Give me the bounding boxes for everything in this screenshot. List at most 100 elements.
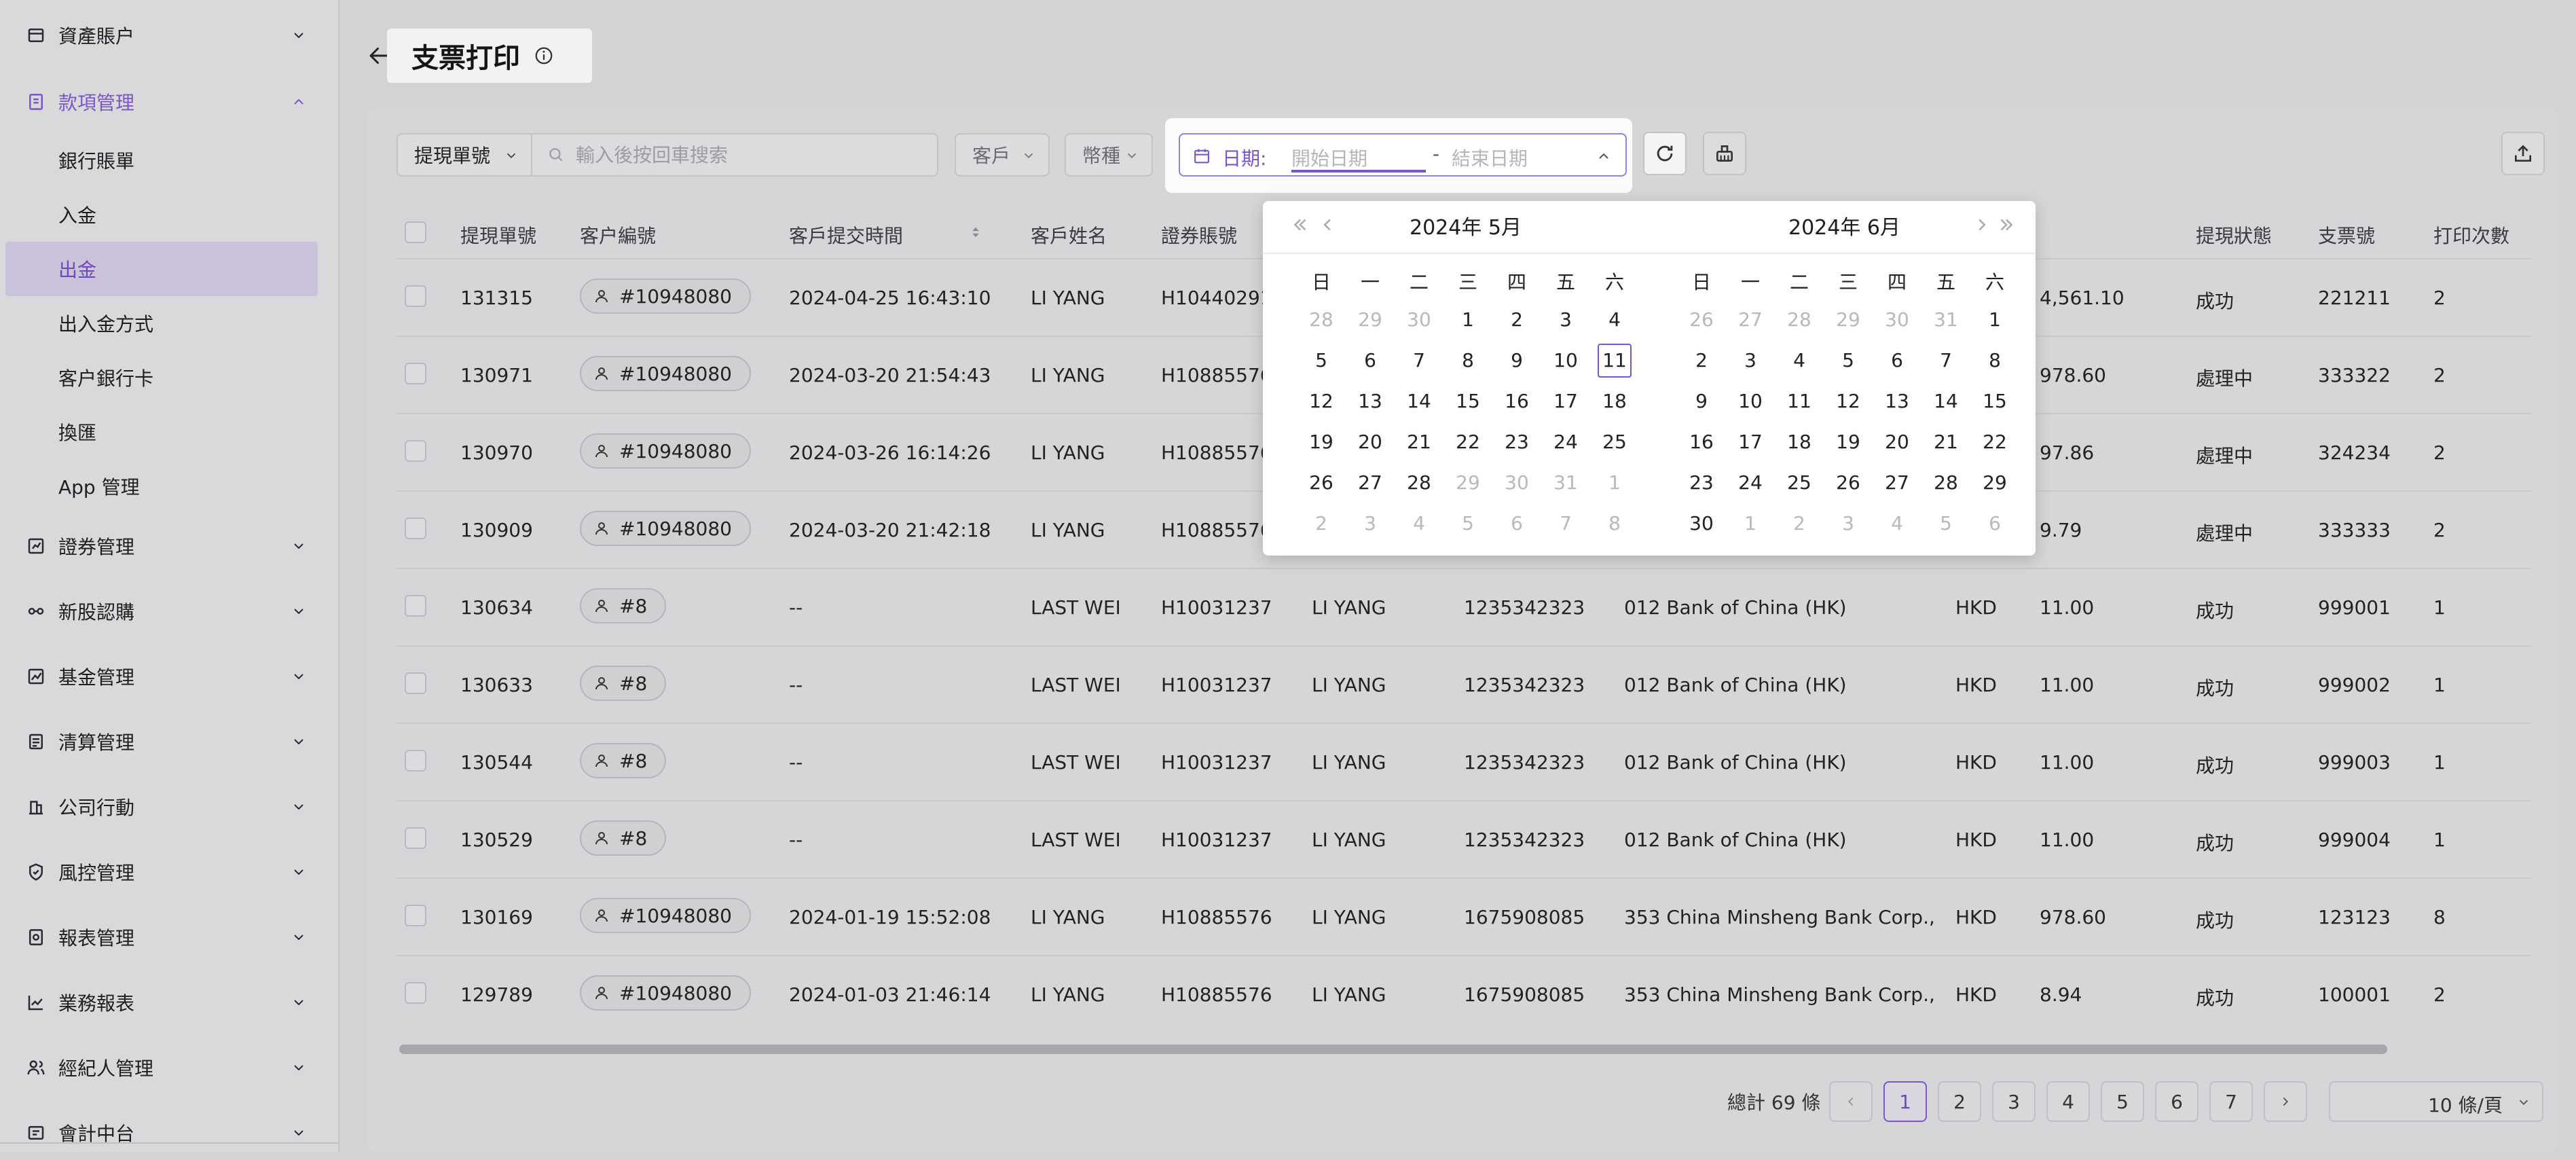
customer-tag[interactable]: #10948080 (580, 278, 751, 314)
calendar-day[interactable]: 16 (1492, 384, 1541, 418)
calendar-day[interactable]: 10 (1726, 384, 1775, 418)
calendar-day[interactable]: 7 (1921, 344, 1970, 378)
calendar-day[interactable]: 3 (1726, 344, 1775, 378)
calendar-day[interactable]: 24 (1726, 466, 1775, 500)
row-checkbox[interactable] (405, 595, 426, 617)
customer-tag[interactable]: #8 (580, 588, 667, 623)
sidebar-group-business[interactable]: 業務報表 (0, 975, 339, 1030)
search-field[interactable] (531, 133, 938, 177)
calendar-day[interactable]: 1 (1726, 507, 1775, 541)
calendar-day[interactable]: 2 (1775, 507, 1824, 541)
calendar-day[interactable]: 7 (1541, 507, 1590, 541)
page-button[interactable]: 5 (2101, 1081, 2144, 1122)
calendar-day[interactable]: 14 (1921, 384, 1970, 418)
calendar-day[interactable]: 27 (1726, 303, 1775, 337)
calendar-day[interactable]: 29 (1970, 466, 2019, 500)
row-checkbox[interactable] (405, 518, 426, 539)
calendar-day[interactable]: 23 (1677, 466, 1726, 500)
calendar-day[interactable]: 4 (1775, 344, 1824, 378)
page-button[interactable]: 3 (1992, 1081, 2036, 1122)
calendar-day[interactable]: 28 (1297, 303, 1346, 337)
calendar-day[interactable]: 19 (1824, 425, 1873, 459)
prev-page-button[interactable] (1829, 1081, 1873, 1122)
sidebar-item-2[interactable]: 出金 (5, 242, 318, 296)
calendar-day[interactable]: 27 (1873, 466, 1921, 500)
calendar-day[interactable]: 12 (1824, 384, 1873, 418)
calendar-day[interactable]: 28 (1775, 303, 1824, 337)
table-row[interactable]: 130633 #8 -- LAST WEI H10031237 LI YANG 123534… (397, 645, 2531, 724)
customer-tag[interactable]: #10948080 (580, 975, 751, 1011)
table-row[interactable]: 129789 #10948080 2024-01-03 21:46:14 LI YAN… (397, 955, 2531, 1034)
calendar-day[interactable]: 3 (1541, 303, 1590, 337)
calendar-day[interactable]: 5 (1297, 344, 1346, 378)
row-checkbox[interactable] (405, 672, 426, 694)
page-size-select[interactable]: 10 條/頁 (2329, 1081, 2543, 1122)
row-checkbox[interactable] (405, 750, 426, 772)
calendar-day[interactable]: 31 (1541, 466, 1590, 500)
start-date-input[interactable]: 開始日期 (1291, 144, 1367, 171)
sidebar-item-5[interactable]: 換匯 (5, 405, 318, 459)
calendar-day[interactable]: 31 (1921, 303, 1970, 337)
sidebar-group-payments[interactable]: 款項管理 (0, 75, 339, 129)
calendar-day[interactable]: 29 (1443, 466, 1492, 500)
customer-tag[interactable]: #10948080 (580, 356, 751, 391)
page-button[interactable]: 1 (1883, 1081, 1927, 1122)
calendar-day[interactable]: 4 (1590, 303, 1639, 337)
sidebar-group-broker[interactable]: 經紀人管理 (0, 1040, 339, 1095)
customer-tag[interactable]: #8 (580, 666, 667, 701)
calendar-day[interactable]: 7 (1395, 344, 1443, 378)
calendar-day[interactable]: 14 (1395, 384, 1443, 418)
calendar-day[interactable]: 6 (1346, 344, 1395, 378)
prev-month-icon[interactable] (1317, 215, 1338, 235)
customer-tag[interactable]: #10948080 (580, 511, 751, 546)
customer-tag[interactable]: #8 (580, 743, 667, 778)
calendar-day[interactable]: 17 (1726, 425, 1775, 459)
calendar-day[interactable]: 22 (1443, 425, 1492, 459)
calendar-day[interactable]: 13 (1346, 384, 1395, 418)
calendar-day[interactable]: 1 (1590, 466, 1639, 500)
sidebar-group-accounting[interactable]: 會計中台 (0, 1106, 339, 1160)
calendar-day[interactable]: 22 (1970, 425, 2019, 459)
calendar-day[interactable]: 30 (1677, 507, 1726, 541)
customer-tag[interactable]: #10948080 (580, 433, 751, 469)
calendar-day[interactable]: 18 (1590, 384, 1639, 418)
calendar-day[interactable]: 24 (1541, 425, 1590, 459)
calendar-day[interactable]: 26 (1297, 466, 1346, 500)
next-page-button[interactable] (2264, 1081, 2307, 1122)
column-header[interactable]: 客戶提交時間 (789, 221, 903, 249)
calendar-day[interactable]: 30 (1395, 303, 1443, 337)
sidebar-group-assets[interactable]: 資產賬户 (0, 8, 339, 62)
calendar-day[interactable]: 25 (1775, 466, 1824, 500)
calendar-day[interactable]: 5 (1824, 344, 1873, 378)
calendar-day[interactable]: 27 (1346, 466, 1395, 500)
end-date-input[interactable]: 結束日期 (1452, 144, 1528, 171)
calendar-day[interactable]: 19 (1297, 425, 1346, 459)
calendar-day[interactable]: 17 (1541, 384, 1590, 418)
calendar-day[interactable]: 9 (1677, 384, 1726, 418)
date-range-picker[interactable]: 日期: 開始日期 - 結束日期 (1179, 133, 1627, 177)
search-input[interactable] (574, 143, 917, 167)
calendar-day[interactable]: 18 (1775, 425, 1824, 459)
withdraw-no-select[interactable]: 提現單號 (397, 133, 532, 177)
customer-tag[interactable]: #8 (580, 820, 667, 856)
page-button[interactable]: 2 (1938, 1081, 1981, 1122)
refresh-button[interactable] (1643, 132, 1687, 175)
next-year-icon[interactable] (1996, 215, 2017, 235)
calendar-day[interactable]: 28 (1921, 466, 1970, 500)
table-row[interactable]: 130169 #10948080 2024-01-19 15:52:08 LI YAN… (397, 877, 2531, 956)
sort-icon[interactable] (968, 223, 983, 242)
sidebar-group-clearing[interactable]: 清算管理 (0, 714, 339, 769)
sidebar-item-1[interactable]: 入金 (5, 187, 318, 242)
calendar-right-title[interactable]: 2024年 6月 (1788, 211, 1900, 240)
sidebar-group-risk[interactable]: 風控管理 (0, 845, 339, 899)
calendar-day[interactable]: 16 (1677, 425, 1726, 459)
calendar-day[interactable]: 11 (1590, 344, 1639, 378)
calendar-day[interactable]: 1 (1970, 303, 2019, 337)
prev-year-icon[interactable] (1290, 215, 1310, 235)
clear-filters-button[interactable] (1703, 132, 1746, 175)
calendar-day[interactable]: 2 (1492, 303, 1541, 337)
calendar-day[interactable]: 8 (1590, 507, 1639, 541)
calendar-day[interactable]: 21 (1395, 425, 1443, 459)
calendar-day[interactable]: 13 (1873, 384, 1921, 418)
calendar-day[interactable]: 28 (1395, 466, 1443, 500)
